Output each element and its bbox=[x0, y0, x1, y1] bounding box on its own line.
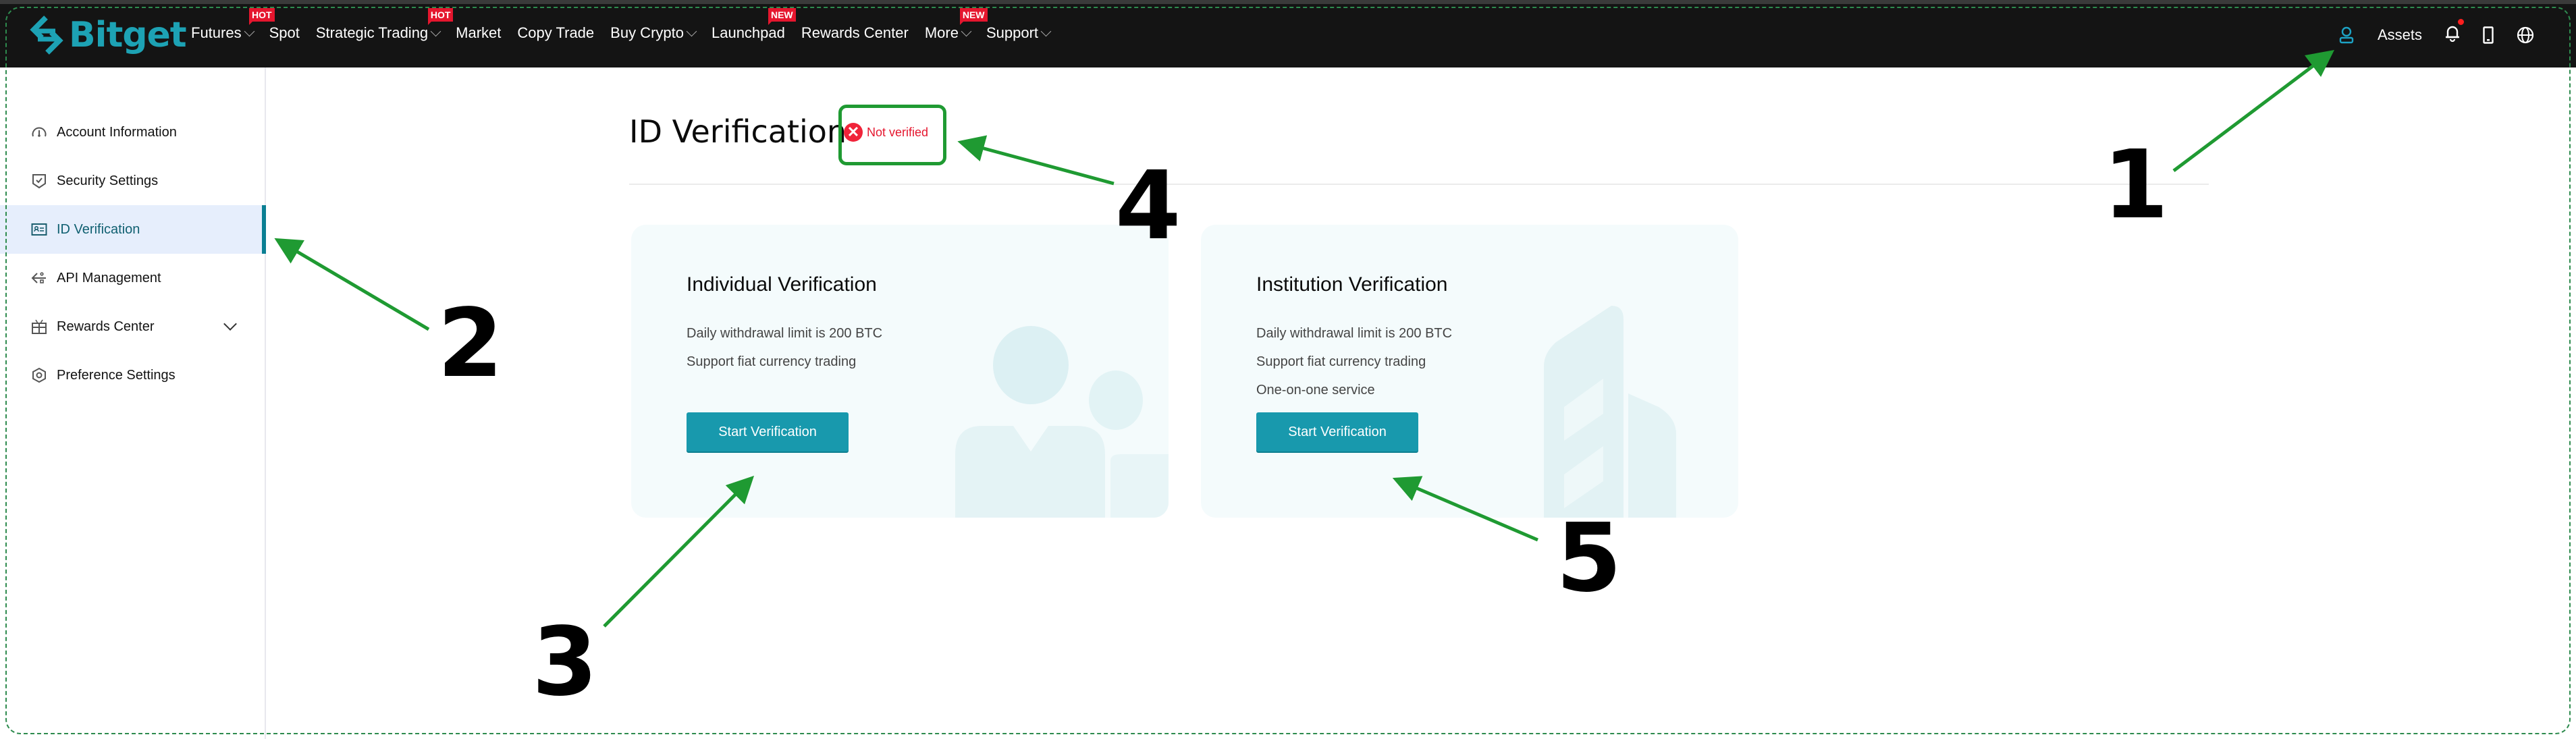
mobile-icon[interactable] bbox=[2483, 26, 2494, 44]
sidebar-item-rewards-center[interactable]: Rewards Center bbox=[0, 302, 265, 351]
chevron-down-icon[interactable] bbox=[223, 317, 237, 331]
nav-label: Market bbox=[456, 24, 502, 41]
shield-check-icon bbox=[32, 174, 46, 189]
annotation-highlight-box bbox=[838, 105, 946, 165]
nav-support[interactable]: Support bbox=[986, 24, 1052, 42]
title-divider bbox=[629, 184, 2209, 185]
header-actions: Assets bbox=[2315, 19, 2534, 45]
sidebar-item-label: Preference Settings bbox=[57, 367, 176, 383]
sidebar-item-label: Rewards Center bbox=[57, 319, 155, 334]
people-illustration bbox=[955, 326, 1169, 518]
nav-strategic-trading[interactable]: Strategic Trading HOT bbox=[315, 8, 454, 42]
nav-label: Buy Crypto bbox=[610, 24, 684, 41]
notifications-button[interactable] bbox=[2445, 19, 2464, 45]
bitget-logo[interactable]: Bitget bbox=[28, 13, 187, 57]
arrow-2 bbox=[274, 238, 430, 331]
annotation-label: 1 bbox=[2103, 130, 2169, 240]
id-card-icon bbox=[31, 223, 47, 236]
nav-futures[interactable]: Futures HOT bbox=[191, 8, 275, 42]
start-institution-verification-button[interactable]: Start Verification bbox=[1256, 412, 1418, 451]
hot-badge: HOT bbox=[427, 8, 454, 25]
nav-label: Support bbox=[986, 24, 1039, 41]
nav-spot[interactable]: Spot bbox=[269, 24, 300, 42]
sidebar-item-id-verification[interactable]: ID Verification bbox=[0, 205, 266, 254]
card-benefit: Support fiat currency trading bbox=[1256, 354, 1426, 369]
dashboard-icon bbox=[32, 127, 47, 137]
settings-hex-icon bbox=[32, 367, 46, 383]
api-icon bbox=[31, 272, 46, 283]
annotation-label: 4 bbox=[1115, 151, 1181, 261]
start-individual-verification-button[interactable]: Start Verification bbox=[687, 412, 849, 451]
sidebar-item-label: API Management bbox=[57, 270, 161, 285]
gift-icon bbox=[32, 319, 47, 334]
account-sidebar: Account Information Security Settings ID… bbox=[0, 67, 266, 739]
nav-label: Launchpad bbox=[711, 24, 785, 41]
nav-more[interactable]: More NEW bbox=[924, 8, 988, 42]
sidebar-item-label: ID Verification bbox=[57, 221, 140, 237]
sidebar-item-label: Security Settings bbox=[57, 173, 159, 188]
annotation-label: 5 bbox=[1556, 503, 1622, 613]
globe-icon[interactable] bbox=[2517, 26, 2534, 44]
assets-link[interactable]: Assets bbox=[2378, 26, 2422, 44]
bitget-logo-icon bbox=[30, 16, 63, 55]
chevron-down-icon bbox=[961, 26, 972, 36]
chevron-down-icon bbox=[430, 26, 441, 36]
building-illustration bbox=[1544, 306, 1676, 518]
card-title: Institution Verification bbox=[1256, 273, 1448, 296]
annotation-label: 2 bbox=[437, 289, 504, 399]
nav-label: Copy Trade bbox=[517, 24, 595, 41]
individual-verification-card: Individual Verification Daily withdrawal… bbox=[631, 225, 1169, 518]
user-icon[interactable] bbox=[2338, 26, 2355, 44]
nav-label: Futures bbox=[191, 24, 242, 41]
card-benefit: Daily withdrawal limit is 200 BTC bbox=[1256, 326, 1453, 341]
chevron-down-icon bbox=[686, 26, 697, 36]
sidebar-item-label: Account Information bbox=[57, 124, 177, 140]
new-badge: NEW bbox=[768, 8, 796, 25]
institution-verification-card: Institution Verification Daily withdrawa… bbox=[1201, 225, 1738, 518]
arrow-1 bbox=[2172, 49, 2334, 172]
arrow-4 bbox=[957, 135, 1115, 186]
hot-badge: HOT bbox=[249, 8, 275, 25]
main-nav: Futures HOT Spot Strategic Trading HOT M… bbox=[191, 8, 1066, 42]
nav-label: More bbox=[924, 24, 959, 41]
nav-buy-crypto[interactable]: Buy Crypto bbox=[610, 24, 697, 42]
brand-name: Bitget bbox=[69, 15, 187, 55]
nav-rewards-center[interactable]: Rewards Center bbox=[801, 24, 909, 42]
chevron-down-icon bbox=[244, 26, 254, 36]
nav-launchpad[interactable]: Launchpad NEW bbox=[711, 8, 796, 42]
sidebar-item-api-management[interactable]: API Management bbox=[0, 254, 265, 302]
card-title: Individual Verification bbox=[687, 273, 877, 296]
sidebar-item-security-settings[interactable]: Security Settings bbox=[0, 157, 265, 205]
annotation-label: 3 bbox=[532, 607, 598, 717]
nav-label: Strategic Trading bbox=[315, 24, 429, 41]
top-navigation-bar: Bitget Futures HOT Spot Strategic Tradin… bbox=[0, 4, 2576, 67]
nav-copy-trade[interactable]: Copy Trade bbox=[517, 24, 594, 42]
card-benefit: One-on-one service bbox=[1256, 383, 1375, 398]
nav-market[interactable]: Market bbox=[456, 24, 501, 42]
unread-dot bbox=[2458, 19, 2464, 25]
nav-label: Rewards Center bbox=[801, 24, 909, 41]
chevron-down-icon bbox=[1040, 26, 1052, 36]
nav-label: Spot bbox=[269, 24, 300, 41]
bell-icon bbox=[2446, 26, 2459, 43]
card-benefit: Daily withdrawal limit is 200 BTC bbox=[687, 326, 883, 341]
page-title: ID Verification bbox=[629, 113, 847, 150]
sidebar-item-preference-settings[interactable]: Preference Settings bbox=[0, 351, 265, 400]
card-benefit: Support fiat currency trading bbox=[687, 354, 857, 369]
new-badge: NEW bbox=[959, 8, 988, 25]
sidebar-item-account-information[interactable]: Account Information bbox=[0, 108, 265, 157]
